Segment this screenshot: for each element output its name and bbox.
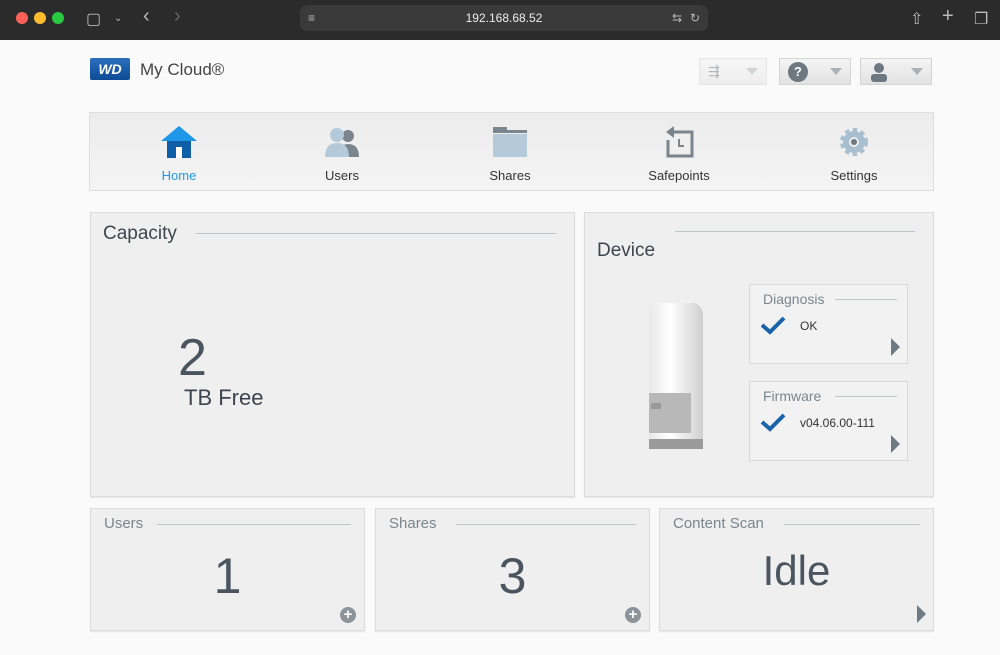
- zoom-window-button[interactable]: [52, 12, 64, 24]
- nav-label: Users: [325, 168, 359, 183]
- help-icon: ?: [788, 61, 808, 82]
- nav-label: Shares: [489, 168, 531, 183]
- panel-title: Capacity: [103, 223, 177, 244]
- nav-safepoints[interactable]: Safepoints: [619, 113, 739, 192]
- device-image: [649, 303, 703, 449]
- usb-icon: ⇶: [708, 63, 720, 79]
- diagnosis-card[interactable]: Diagnosis OK: [749, 284, 908, 364]
- firmware-card[interactable]: Firmware v04.06.00-111: [749, 381, 908, 461]
- check-icon: [760, 316, 786, 335]
- device-panel: Device Diagnosis OK Firmware v04.06.00-1…: [584, 212, 934, 497]
- nav-settings[interactable]: Settings: [794, 113, 914, 192]
- nav-label: Safepoints: [648, 168, 710, 183]
- content-scan-status: Idle: [762, 547, 831, 594]
- chevron-down-icon[interactable]: ⌄: [114, 13, 122, 24]
- content-scan-panel[interactable]: Content Scan Idle: [659, 508, 934, 631]
- nav-home[interactable]: Home: [119, 113, 239, 192]
- check-icon: [760, 413, 786, 432]
- main-nav: Home Users Shares Safepoints Settings: [89, 112, 934, 191]
- address-bar[interactable]: ≡ 192.168.68.52 ⇆ ↻: [300, 5, 708, 31]
- nav-users[interactable]: Users: [282, 113, 402, 192]
- arrow-right-icon[interactable]: [891, 338, 900, 356]
- arrow-right-icon[interactable]: [891, 435, 900, 453]
- browser-toolbar: ▢ ⌄ ‹ › ≡ 192.168.68.52 ⇆ ↻ ⇧ + ❐: [0, 0, 1000, 40]
- diagnosis-status: OK: [800, 319, 818, 333]
- minimize-window-button[interactable]: [34, 12, 46, 24]
- home-icon: [161, 126, 197, 158]
- new-tab-icon[interactable]: +: [942, 5, 954, 28]
- close-window-button[interactable]: [16, 12, 28, 24]
- user-menu-button[interactable]: [860, 58, 932, 85]
- tabs-overview-icon[interactable]: ❐: [974, 9, 988, 29]
- forward-icon[interactable]: ›: [174, 5, 181, 28]
- folder-icon: [493, 127, 527, 157]
- panel-title: Content Scan: [673, 515, 764, 532]
- capacity-unit: TB Free: [184, 385, 264, 410]
- back-icon[interactable]: ‹: [143, 5, 150, 28]
- arrow-right-icon[interactable]: [917, 605, 926, 623]
- firmware-version: v04.06.00-111: [800, 416, 875, 430]
- card-title: Firmware: [763, 388, 822, 404]
- brand-name: My Cloud®: [140, 60, 225, 79]
- translate-icon[interactable]: ⇆: [672, 5, 682, 31]
- add-share-icon[interactable]: +: [625, 607, 641, 623]
- panel-title: Users: [104, 515, 144, 532]
- shares-panel[interactable]: Shares 3 +: [375, 508, 650, 631]
- capacity-value: 2: [178, 329, 207, 387]
- wd-logo: WD: [90, 58, 130, 80]
- help-menu-button[interactable]: ?: [779, 58, 851, 85]
- usb-menu-button[interactable]: ⇶: [699, 58, 767, 85]
- share-icon[interactable]: ⇧: [910, 9, 923, 29]
- add-user-icon[interactable]: +: [340, 607, 356, 623]
- card-title: Diagnosis: [763, 291, 825, 307]
- url-text: 192.168.68.52: [465, 11, 543, 25]
- sidebar-icon[interactable]: ▢: [86, 9, 101, 29]
- nav-label: Home: [161, 168, 197, 183]
- page-menu-icon[interactable]: ≡: [308, 5, 315, 31]
- safepoint-icon: [666, 126, 694, 158]
- panel-title: Shares: [389, 515, 437, 532]
- gear-icon: [840, 128, 868, 156]
- capacity-panel: Capacity 2 TB Free: [90, 212, 575, 497]
- users-count: 1: [213, 548, 242, 604]
- nav-shares[interactable]: Shares: [450, 113, 570, 192]
- nav-label: Settings: [830, 168, 878, 183]
- users-icon: [325, 128, 359, 157]
- shares-count: 3: [498, 548, 527, 604]
- panel-title: Device: [597, 240, 656, 261]
- user-icon: [871, 62, 887, 82]
- users-panel[interactable]: Users 1 +: [90, 508, 365, 631]
- reload-icon[interactable]: ↻: [690, 5, 700, 31]
